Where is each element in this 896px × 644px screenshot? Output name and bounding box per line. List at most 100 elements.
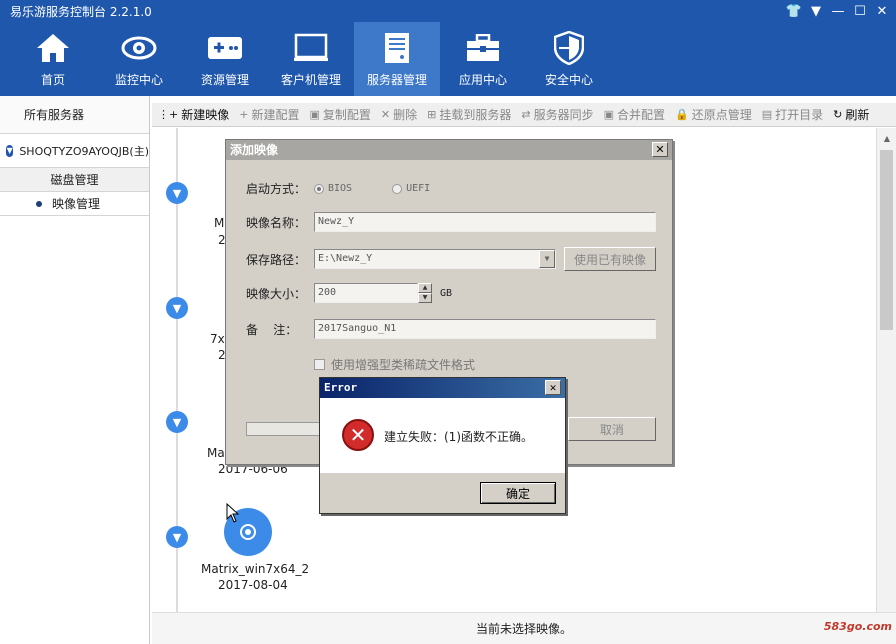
image-name-input[interactable]: Newz_Y xyxy=(314,212,656,232)
sidebar-item-images[interactable]: 映像管理 xyxy=(0,192,149,216)
sidebar-item-disk[interactable]: 磁盘管理 xyxy=(0,168,149,192)
sidebar-item-label: 映像管理 xyxy=(52,196,101,211)
server-name: SHOQTYZO9AYOQJB(主) xyxy=(19,144,149,158)
nav-label: 首页 xyxy=(40,73,65,87)
eye-icon xyxy=(121,31,157,65)
watermark: 583go.com xyxy=(823,620,892,633)
plus-icon: + xyxy=(239,108,249,121)
sidebar-server-node[interactable]: ▼ SHOQTYZO9AYOQJB(主) xyxy=(0,134,149,168)
status-text: 当前未选择映像。 xyxy=(475,622,572,636)
main-nav: 首页 监控中心 资源管理 客户机管理 服务器管理 应用中心 安全中心 xyxy=(10,22,612,96)
sparse-checkbox[interactable] xyxy=(314,359,325,370)
close-icon[interactable]: ✕ xyxy=(545,380,561,395)
note-input[interactable]: 2017Sanguo_N1 xyxy=(314,319,656,339)
nav-label: 客户机管理 xyxy=(280,73,341,87)
status-bar: 当前未选择映像。 xyxy=(152,612,896,644)
toolbox-icon xyxy=(465,31,501,65)
note-row: 备 注： 2017Sanguo_N1 xyxy=(246,319,656,339)
delete-button[interactable]: ✕ 删除 xyxy=(381,106,417,123)
nav-clients[interactable]: 客户机管理 xyxy=(268,22,354,96)
scroll-thumb[interactable] xyxy=(880,150,893,330)
copy-icon: ▣ xyxy=(309,108,320,121)
lock-icon: 🔒 xyxy=(675,108,689,121)
sync-button[interactable]: ⇄ 服务器同步 xyxy=(521,106,593,123)
new-image-button[interactable]: ⋮+ 新建映像 xyxy=(158,106,229,123)
timeline-chevron-icon[interactable]: ▼ xyxy=(166,411,188,433)
gamepad-icon xyxy=(207,31,243,65)
size-stepper[interactable]: ▲ ▼ xyxy=(418,283,432,303)
nav-servers[interactable]: 服务器管理 xyxy=(354,22,440,96)
dialog-title: 添加映像 ✕ xyxy=(226,140,672,160)
minimize-icon[interactable]: — xyxy=(830,3,846,19)
error-dialog-title: Error ✕ xyxy=(320,378,565,398)
mount-button[interactable]: ⊞ 挂载到服务器 xyxy=(427,106,511,123)
folder-icon: ▤ xyxy=(761,108,773,121)
boot-mode-row: 启动方式： BIOS UEFI xyxy=(246,182,431,196)
server-icon xyxy=(379,31,415,65)
shield-icon xyxy=(551,31,587,65)
merge-icon: ▣ xyxy=(603,108,614,121)
refresh-button[interactable]: ↻ 刷新 xyxy=(833,106,869,123)
refresh-icon: ↻ xyxy=(833,108,843,121)
use-existing-button[interactable]: 使用已有映像 xyxy=(564,247,656,271)
image-name: M xyxy=(214,216,225,230)
progress-bar xyxy=(246,422,326,436)
path-row: 保存路径： E:\Newz_Y ▼ 使用已有映像 xyxy=(246,247,656,271)
cancel-button[interactable]: 取消 xyxy=(568,417,656,441)
nav-apps[interactable]: 应用中心 xyxy=(440,22,526,96)
menu-icon[interactable]: ▼ xyxy=(808,3,824,19)
timeline-chevron-icon[interactable]: ▼ xyxy=(166,297,188,319)
size-unit: GB xyxy=(440,287,453,299)
chevron-down-icon[interactable]: ▼ xyxy=(6,144,14,157)
sync-icon: ⇄ xyxy=(521,108,531,121)
nav-label: 应用中心 xyxy=(458,73,507,87)
app-title: 易乐游服务控制台 2.2.1.0 xyxy=(10,5,152,19)
mount-icon: ⊞ xyxy=(427,108,437,121)
new-image-icon: ⋮+ xyxy=(158,108,179,121)
image-name: Ma xyxy=(207,446,225,460)
home-icon xyxy=(35,31,71,65)
image-size-input[interactable]: 200 xyxy=(314,283,418,303)
skin-icon[interactable]: 👕 xyxy=(786,3,802,19)
restore-point-button[interactable]: 🔒 还原点管理 xyxy=(675,106,752,123)
nav-monitor[interactable]: 监控中心 xyxy=(96,22,182,96)
sidebar-all-servers[interactable]: 所有服务器 xyxy=(0,96,149,134)
bullet-icon xyxy=(36,200,42,207)
nav-label: 服务器管理 xyxy=(366,73,427,87)
sidebar: 所有服务器 ▼ SHOQTYZO9AYOQJB(主) 磁盘管理 映像管理 xyxy=(0,96,150,644)
timeline-chevron-icon[interactable]: ▼ xyxy=(166,526,188,548)
new-config-button[interactable]: + 新建配置 xyxy=(239,106,299,123)
ok-button[interactable]: 确定 xyxy=(480,482,556,504)
nav-resources[interactable]: 资源管理 xyxy=(182,22,268,96)
boot-uefi-radio[interactable]: UEFI xyxy=(392,183,430,194)
nav-home[interactable]: 首页 xyxy=(10,22,96,96)
timeline-chevron-icon[interactable]: ▼ xyxy=(166,182,188,204)
close-icon[interactable]: ✕ xyxy=(874,3,890,19)
chevron-down-icon[interactable]: ▼ xyxy=(539,250,555,268)
open-folder-button[interactable]: ▤ 打开目录 xyxy=(762,106,823,123)
error-message: 建立失败：(1)函数不正确。 xyxy=(384,430,533,444)
scroll-up-icon[interactable]: ▲ xyxy=(881,134,893,146)
error-icon: ✕ xyxy=(342,419,374,451)
vertical-scrollbar[interactable]: ▲ xyxy=(876,128,896,612)
nav-security[interactable]: 安全中心 xyxy=(526,22,612,96)
maximize-icon[interactable]: ☐ xyxy=(852,3,868,19)
close-icon[interactable]: ✕ xyxy=(652,142,668,157)
window-controls: 👕 ▼ — ☐ ✕ xyxy=(786,3,890,19)
save-path-select[interactable]: E:\Newz_Y ▼ xyxy=(314,249,556,269)
copy-config-button[interactable]: ▣ 复制配置 xyxy=(309,106,370,123)
nav-label: 资源管理 xyxy=(200,73,249,87)
size-row: 映像大小： 200 ▲ ▼ GB xyxy=(246,283,453,303)
nav-label: 监控中心 xyxy=(114,73,163,87)
boot-bios-radio[interactable]: BIOS xyxy=(314,183,352,194)
image-date: 2017-08-04 xyxy=(218,578,288,592)
sparse-row: 使用增强型类稀疏文件格式 xyxy=(314,356,475,373)
merge-config-button[interactable]: ▣ 合并配置 xyxy=(604,106,665,123)
delete-icon: ✕ xyxy=(380,108,391,121)
nav-label: 安全中心 xyxy=(544,73,593,87)
monitor-icon xyxy=(293,31,329,65)
image-name: 7x xyxy=(210,332,225,346)
error-body: ✕ 建立失败：(1)函数不正确。 xyxy=(320,398,565,473)
app-header: 易乐游服务控制台 2.2.1.0 👕 ▼ — ☐ ✕ 首页 监控中心 资源管理 xyxy=(0,0,896,96)
error-dialog: Error ✕ ✕ 建立失败：(1)函数不正确。 确定 xyxy=(319,377,566,514)
